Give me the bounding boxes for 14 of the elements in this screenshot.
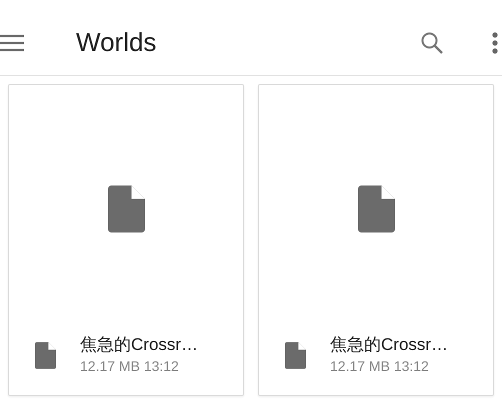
file-details: 12.17 MB 13:12 <box>80 357 180 376</box>
app-title: Worlds <box>76 26 156 59</box>
menu-icon[interactable] <box>0 34 24 52</box>
document-icon <box>358 185 394 233</box>
file-details: 12.17 MB 13:12 <box>330 357 430 376</box>
document-icon <box>35 342 56 368</box>
document-icon <box>108 185 144 233</box>
file-name: 焦急的Crossr… <box>80 334 198 356</box>
file-card[interactable]: 焦急的Crossr… 12.17 MB 13:12 <box>258 84 494 396</box>
more-options-icon[interactable] <box>492 32 498 54</box>
file-name: 焦急的Crossr… <box>330 334 448 356</box>
file-card[interactable]: 焦急的Crossr… 12.17 MB 13:12 <box>8 84 244 396</box>
search-icon[interactable] <box>420 30 444 54</box>
document-icon <box>285 342 306 368</box>
